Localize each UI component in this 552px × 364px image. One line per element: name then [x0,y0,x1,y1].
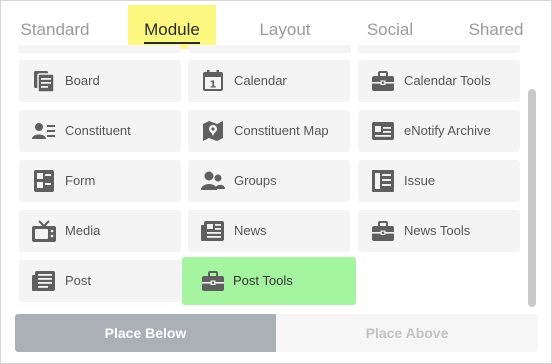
scrollbar[interactable] [528,61,536,307]
tab-layout[interactable]: Layout [247,5,323,49]
module-tile-label: Constituent Map [234,123,329,138]
toolbox-icon [370,69,396,93]
module-tile-constituent-map[interactable]: Constituent Map [188,110,350,152]
module-tile-news-tools[interactable]: News Tools [358,210,520,252]
module-tile-constituent[interactable]: Constituent [19,110,181,152]
module-tile-form[interactable]: Form [19,160,181,202]
module-tile-media[interactable]: Media [19,210,181,252]
module-tile-label: eNotify Archive [404,123,491,138]
calendar-icon: 1 [200,69,226,93]
module-tile-label: Constituent [65,123,131,138]
module-tile-label: Post Tools [233,273,293,288]
place-above-button[interactable]: Place Above [276,314,538,352]
scrollbar-thumb[interactable] [528,89,536,307]
place-below-button[interactable]: Place Below [15,314,276,352]
tv-icon [31,219,57,243]
tab-social[interactable]: Social [357,5,423,49]
module-tile-label: Calendar Tools [404,73,491,88]
module-tile-board[interactable]: Board [19,60,181,102]
module-tile-label: Groups [234,173,277,188]
tab-module[interactable]: Module [128,5,216,49]
module-tile-issue[interactable]: Issue [358,160,520,202]
module-tile-label: Calendar [234,73,287,88]
module-tile-news[interactable]: News [188,210,350,252]
module-tile-calendar-tools[interactable]: Calendar Tools [358,60,520,102]
board-icon [31,69,57,93]
module-tile-label: Board [65,73,100,88]
issue-icon [370,169,396,193]
groups-icon [200,169,226,193]
module-tile-label: Issue [404,173,436,188]
module-tile-post[interactable]: Post [19,260,181,302]
toolbox-icon [200,269,226,293]
svg-text:1: 1 [210,80,217,91]
module-tile-label: Media [65,223,101,238]
module-tile-label: Post [65,273,92,288]
map-marker-icon [200,119,226,143]
post-icon [31,269,57,293]
tile-peek [19,45,181,53]
module-tile-calendar[interactable]: 1 Calendar [188,60,350,102]
module-tile-label: News [234,223,267,238]
module-tile-label: News Tools [404,223,471,238]
module-picker-panel: Standard Module Layout Social Shared Boa… [0,0,552,364]
form-icon [31,169,57,193]
news-icon [200,219,226,243]
tile-peek [358,45,520,53]
module-tile-label: Form [65,173,96,188]
module-tile-groups[interactable]: Groups [188,160,350,202]
toolbox-icon [370,219,396,243]
tile-peek [188,45,351,53]
module-grid[interactable]: Board 1 Calendar Calendar Tools Constituent C… [1,45,529,307]
tab-shared[interactable]: Shared [461,5,531,49]
module-tile-post-tools[interactable]: Post Tools [182,257,356,305]
module-tile-enotify-archive[interactable]: eNotify Archive [358,110,520,152]
tab-standard[interactable]: Standard [13,5,97,49]
constituent-icon [31,119,57,143]
enotify-icon [370,119,396,143]
